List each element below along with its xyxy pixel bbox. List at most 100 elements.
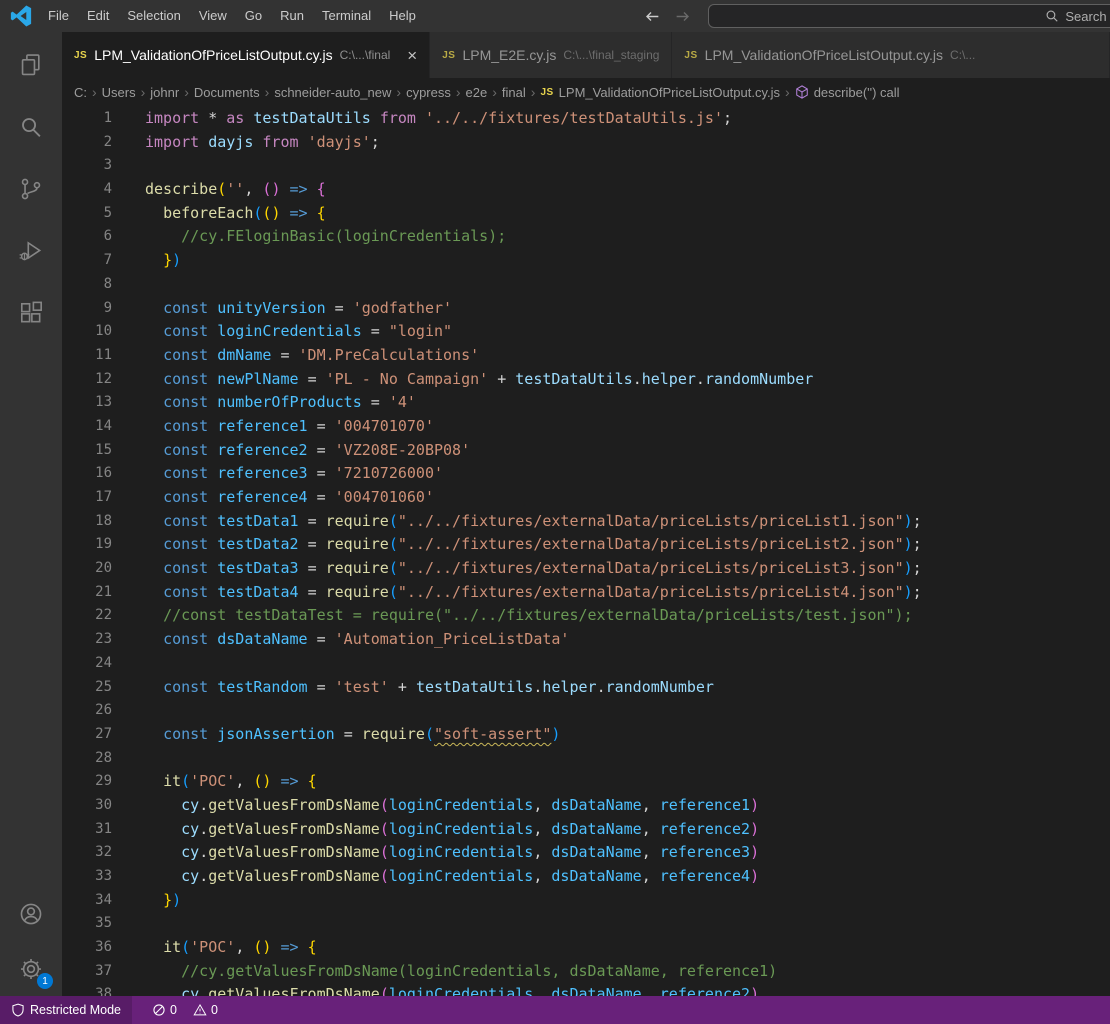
activity-bar: 1 [0,32,62,996]
code-line[interactable]: 2import dayjs from 'dayjs'; [62,131,1110,155]
title-bar: FileEditSelectionViewGoRunTerminalHelp S… [0,0,1110,32]
menu-help[interactable]: Help [380,0,425,32]
menu-selection[interactable]: Selection [118,0,189,32]
line-number: 4 [62,178,112,202]
go-forward-button[interactable] [674,8,691,25]
code-line[interactable]: 11 const dmName = 'DM.PreCalculations' [62,344,1110,368]
code-text: import dayjs from 'dayjs'; [112,131,380,155]
go-back-button[interactable] [644,8,661,25]
code-line[interactable]: 16 const reference3 = '7210726000' [62,462,1110,486]
menu-run[interactable]: Run [271,0,313,32]
code-line[interactable]: 21 const testData4 = require("../../fixt… [62,581,1110,605]
activity-explorer[interactable] [0,34,62,96]
line-number: 7 [62,249,112,273]
menu-go[interactable]: Go [236,0,271,32]
code-text: cy.getValuesFromDsName(loginCredentials,… [112,983,759,996]
code-line[interactable]: 32 cy.getValuesFromDsName(loginCredentia… [62,841,1110,865]
run-debug-icon [18,238,44,264]
breadcrumb-item-johnr[interactable]: johnr [148,85,181,100]
activity-run-debug[interactable] [0,220,62,282]
menu-terminal[interactable]: Terminal [313,0,380,32]
line-number: 9 [62,297,112,321]
code-line[interactable]: 1import * as testDataUtils from '../../f… [62,107,1110,131]
code-line[interactable]: 9 const unityVersion = 'godfather' [62,297,1110,321]
code-line[interactable]: 14 const reference1 = '004701070' [62,415,1110,439]
activity-extensions[interactable] [0,282,62,344]
breadcrumb-symbol[interactable]: describe('') call [793,85,902,100]
code-line[interactable]: 12 const newPlName = 'PL - No Campaign' … [62,368,1110,392]
code-line[interactable]: 5 beforeEach(() => { [62,202,1110,226]
line-number: 24 [62,652,112,676]
code-text: const newPlName = 'PL - No Campaign' + t… [112,368,813,392]
activity-source-control[interactable] [0,158,62,220]
code-line[interactable]: 38 cy.getValuesFromDsName(loginCredentia… [62,983,1110,996]
line-number: 28 [62,747,112,771]
code-line[interactable]: 13 const numberOfProducts = '4' [62,391,1110,415]
code-line[interactable]: 36 it('POC', () => { [62,936,1110,960]
code-line[interactable]: 4describe('', () => { [62,178,1110,202]
code-line[interactable]: 31 cy.getValuesFromDsName(loginCredentia… [62,818,1110,842]
breadcrumb-symbol-label: describe('') call [814,85,900,100]
code-editor[interactable]: 1import * as testDataUtils from '../../f… [62,106,1110,996]
chevron-right-icon: › [528,84,539,100]
code-line[interactable]: 19 const testData2 = require("../../fixt… [62,533,1110,557]
menu-file[interactable]: File [39,0,78,32]
line-number: 14 [62,415,112,439]
problems-item[interactable]: 0 0 [144,996,226,1024]
activity-account[interactable] [0,886,62,941]
activity-settings[interactable]: 1 [0,941,62,996]
activity-search[interactable] [0,96,62,158]
line-number: 30 [62,794,112,818]
line-number: 20 [62,557,112,581]
code-line[interactable]: 30 cy.getValuesFromDsName(loginCredentia… [62,794,1110,818]
breadcrumb-item-schneider-auto-new[interactable]: schneider-auto_new [272,85,393,100]
code-line[interactable]: 22 //const testDataTest = require("../..… [62,604,1110,628]
code-line[interactable]: 24 [62,652,1110,676]
chevron-right-icon: › [393,84,404,100]
line-number: 17 [62,486,112,510]
code-text: const dsDataName = 'Automation_PriceList… [112,628,569,652]
breadcrumb-item-c-[interactable]: C: [72,85,89,100]
breadcrumb-item-e2e[interactable]: e2e [464,85,490,100]
code-line[interactable]: 3 [62,154,1110,178]
breadcrumb-item-cypress[interactable]: cypress [404,85,453,100]
code-line[interactable]: 27 const jsonAssertion = require("soft-a… [62,723,1110,747]
code-line[interactable]: 23 const dsDataName = 'Automation_PriceL… [62,628,1110,652]
tab-label: LPM_ValidationOfPriceListOutput.cy.js [94,47,332,63]
breadcrumb-item-users[interactable]: Users [100,85,138,100]
code-text: const numberOfProducts = '4' [112,391,416,415]
code-line[interactable]: 18 const testData1 = require("../../fixt… [62,510,1110,534]
menu-view[interactable]: View [190,0,236,32]
code-line[interactable]: 7 }) [62,249,1110,273]
code-line[interactable]: 20 const testData3 = require("../../fixt… [62,557,1110,581]
breadcrumb-item-final[interactable]: final [500,85,528,100]
code-line[interactable]: 15 const reference2 = 'VZ208E-20BP08' [62,439,1110,463]
menu-edit[interactable]: Edit [78,0,118,32]
close-icon[interactable]: × [407,47,417,64]
code-line[interactable]: 28 [62,747,1110,771]
tab-1[interactable]: JSLPM_ValidationOfPriceListOutput.cy.jsC… [62,32,430,78]
code-line[interactable]: 8 [62,273,1110,297]
tab-2[interactable]: JSLPM_E2E.cy.jsC:\...\final_staging [430,32,672,78]
code-line[interactable]: 25 const testRandom = 'test' + testDataU… [62,676,1110,700]
breadcrumb-item-documents[interactable]: Documents [192,85,262,100]
code-text: const dmName = 'DM.PreCalculations' [112,344,479,368]
line-number: 33 [62,865,112,889]
restricted-mode-item[interactable]: Restricted Mode [0,996,132,1024]
code-line[interactable]: 6 //cy.FEloginBasic(loginCredentials); [62,225,1110,249]
command-center-search[interactable]: Search [708,4,1110,28]
code-line[interactable]: 37 //cy.getValuesFromDsName(loginCredent… [62,960,1110,984]
errors-icon [152,1003,166,1017]
tab-3[interactable]: JSLPM_ValidationOfPriceListOutput.cy.jsC… [672,32,1110,78]
code-line[interactable]: 33 cy.getValuesFromDsName(loginCredentia… [62,865,1110,889]
breadcrumb-file[interactable]: JSLPM_ValidationOfPriceListOutput.cy.js [538,85,782,100]
code-line[interactable]: 26 [62,699,1110,723]
activity-bar-top [0,34,62,344]
code-line[interactable]: 34 }) [62,889,1110,913]
line-number: 27 [62,723,112,747]
code-line[interactable]: 35 [62,912,1110,936]
code-line[interactable]: 17 const reference4 = '004701060' [62,486,1110,510]
code-line[interactable]: 29 it('POC', () => { [62,770,1110,794]
code-line[interactable]: 10 const loginCredentials = "login" [62,320,1110,344]
errors-count: 0 [170,1003,177,1017]
